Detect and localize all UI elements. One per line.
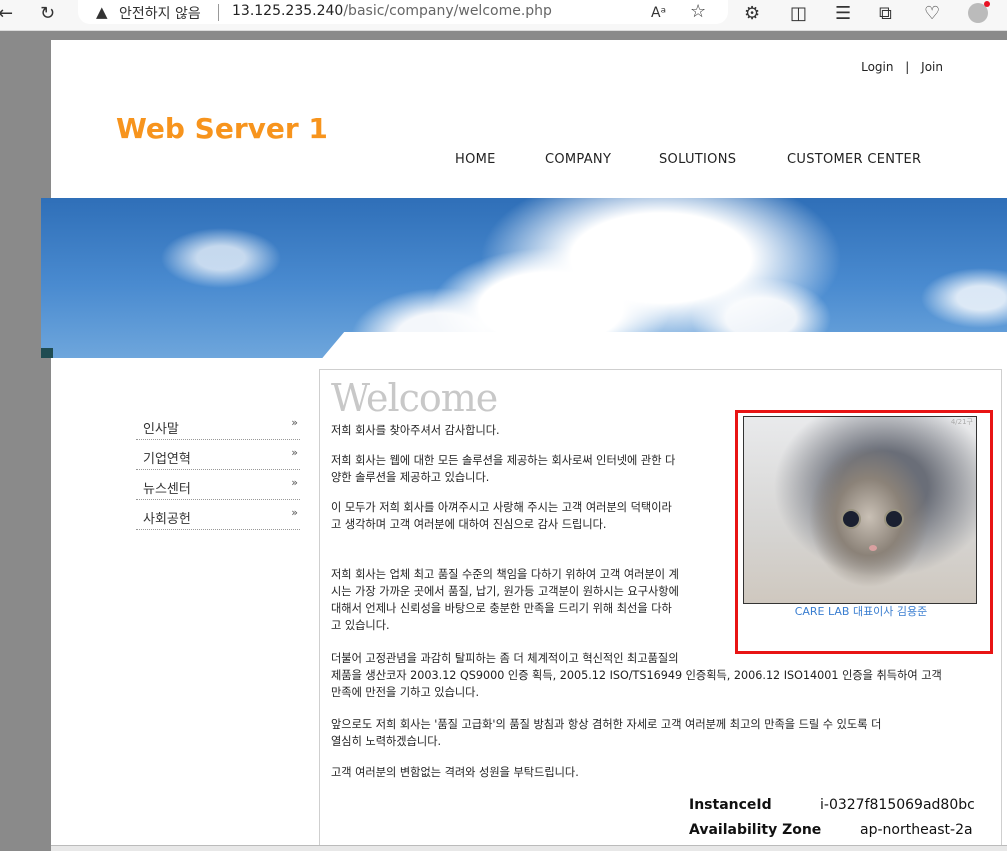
welcome-heading: Welcome bbox=[331, 376, 498, 420]
p6-line-1: 앞으로도 저희 회사는 '품질 고급화'의 품질 방침과 항상 겸허한 자세로 … bbox=[331, 718, 882, 731]
header-links: Login | Join bbox=[857, 60, 947, 74]
cat-eye-right bbox=[884, 509, 904, 529]
double-chevron-icon: » bbox=[291, 416, 298, 429]
login-link[interactable]: Login bbox=[861, 60, 893, 74]
warning-triangle-icon[interactable]: ▲ bbox=[96, 3, 108, 21]
address-bar[interactable]: ▲ 안전하지 않음 13.125.235.240/basic/company/w… bbox=[78, 0, 728, 24]
profile-avatar[interactable] bbox=[968, 1, 990, 23]
availability-zone-value: ap-northeast-2a bbox=[860, 822, 973, 838]
cat-nose bbox=[869, 545, 877, 551]
paragraph-6: 앞으로도 저희 회사는 '품질 고급화'의 품질 방침과 항상 겸허한 자세로 … bbox=[331, 716, 881, 750]
p6-line-2: 열심히 노력하겠습니다. bbox=[331, 735, 442, 748]
address-separator bbox=[218, 4, 219, 21]
side-item-history[interactable]: 기업연혁 » bbox=[136, 440, 300, 470]
site-title[interactable]: Web Server 1 bbox=[116, 112, 328, 145]
p5-line-3: 만족에 만전을 기하고 있습니다. bbox=[331, 686, 480, 699]
banner-corner bbox=[41, 348, 53, 358]
photo-caption: CARE LAB 대표이사 김용준 bbox=[794, 605, 928, 618]
paragraph-7: 고객 여러분의 변함없는 격려와 성원을 부탁드립니다. bbox=[331, 764, 579, 781]
banner-cut bbox=[319, 332, 1007, 358]
sky-banner bbox=[41, 198, 1007, 358]
side-item-label: 기업연혁 bbox=[143, 452, 191, 467]
split-screen-icon[interactable]: ◫ bbox=[790, 3, 807, 25]
refresh-icon[interactable]: ↻ bbox=[40, 3, 55, 25]
p3-line-2: 고 생각하며 고객 여러분에 대하여 진심으로 감사 드립니다. bbox=[331, 518, 607, 531]
back-arrow-icon[interactable]: ← bbox=[0, 3, 13, 25]
double-chevron-icon: » bbox=[291, 506, 298, 519]
p4-line-1: 저희 회사는 업체 최고 품질 수준의 책임을 다하기 위하여 고객 여러분이 … bbox=[331, 568, 679, 581]
p2-line-2: 양한 솔루션을 제공하고 있습니다. bbox=[331, 471, 490, 484]
ceo-photo-frame: 4/21구 CARE LAB 대표이사 김용준 bbox=[735, 410, 993, 654]
url-text[interactable]: 13.125.235.240/basic/company/welcome.php bbox=[232, 3, 552, 19]
p4-line-3: 대해서 언제나 신뢰성을 바탕으로 충분한 만족을 드리기 위해 최선을 다하 bbox=[331, 602, 672, 615]
notification-dot bbox=[984, 1, 990, 7]
double-chevron-icon: » bbox=[291, 446, 298, 459]
paragraph-4: 저희 회사는 업체 최고 품질 수준의 책임을 다하기 위하여 고객 여러분이 … bbox=[331, 566, 679, 634]
side-item-social[interactable]: 사회공헌 » bbox=[136, 500, 300, 530]
favorites-list-icon[interactable]: ☰ bbox=[835, 3, 851, 25]
side-menu: 인사말 » 기업연혁 » 뉴스센터 » 사회공헌 » bbox=[136, 410, 300, 530]
photo-watermark: 4/21구 bbox=[950, 418, 973, 426]
extensions-icon[interactable]: ⚙ bbox=[744, 3, 760, 25]
browser-toolbar: ← ↻ ▲ 안전하지 않음 13.125.235.240/basic/compa… bbox=[0, 0, 1007, 31]
p4-line-2: 시는 가장 가까운 곳에서 품질, 납기, 원가등 고객분이 원하시는 요구사항… bbox=[331, 585, 679, 598]
double-chevron-icon: » bbox=[291, 476, 298, 489]
paragraph-5: 더불어 고정관념을 과감히 탈피하는 좀 더 체계적이고 혁신적인 최고품질의 … bbox=[331, 650, 942, 701]
nav-company[interactable]: COMPANY bbox=[545, 152, 611, 167]
p5-line-2: 제품을 생산코자 2003.12 QS9000 인증 획득, 2005.12 I… bbox=[331, 669, 942, 682]
side-item-news[interactable]: 뉴스센터 » bbox=[136, 470, 300, 500]
nav-customer-center[interactable]: CUSTOMER CENTER bbox=[787, 152, 921, 167]
side-item-label: 뉴스센터 bbox=[143, 482, 191, 497]
side-item-label: 인사말 bbox=[143, 422, 179, 437]
paragraph-3: 이 모두가 저희 회사를 아껴주시고 사랑해 주시는 고객 여러분의 덕택이라 … bbox=[331, 499, 672, 533]
join-link[interactable]: Join bbox=[921, 60, 943, 74]
p7-line: 고객 여러분의 변함없는 격려와 성원을 부탁드립니다. bbox=[331, 766, 579, 779]
side-item-label: 사회공헌 bbox=[143, 512, 191, 527]
url-host: 13.125.235.240 bbox=[232, 3, 344, 19]
content-panel: Welcome 저희 회사를 찾아주셔서 감사합니다. 저희 회사는 웹에 대한… bbox=[319, 369, 1002, 847]
favorite-star-icon[interactable]: ☆ bbox=[690, 1, 706, 23]
p1-line: 저희 회사를 찾아주셔서 감사합니다. bbox=[331, 424, 500, 437]
collections-icon[interactable]: ⧉ bbox=[879, 3, 892, 25]
nav-home[interactable]: HOME bbox=[455, 152, 496, 167]
header-link-separator: | bbox=[905, 60, 910, 74]
page-footer-edge bbox=[51, 845, 1007, 851]
p4-line-4: 고 있습니다. bbox=[331, 619, 390, 632]
availability-zone-label: Availability Zone bbox=[689, 822, 822, 838]
ceo-photo: 4/21구 bbox=[743, 416, 977, 604]
nav-solutions[interactable]: SOLUTIONS bbox=[659, 152, 736, 167]
p3-line-1: 이 모두가 저희 회사를 아껴주시고 사랑해 주시는 고객 여러분의 덕택이라 bbox=[331, 501, 672, 514]
paragraph-1: 저희 회사를 찾아주셔서 감사합니다. bbox=[331, 422, 500, 439]
read-aloud-icon[interactable]: Aᵃ bbox=[651, 2, 666, 24]
side-item-greeting[interactable]: 인사말 » bbox=[136, 410, 300, 440]
security-label[interactable]: 안전하지 않음 bbox=[119, 3, 201, 23]
url-path: /basic/company/welcome.php bbox=[343, 3, 552, 19]
instance-id-value: i-0327f815069ad80bc bbox=[820, 797, 975, 813]
cat-eye-left bbox=[841, 509, 861, 529]
p2-line-1: 저희 회사는 웹에 대한 모든 솔루션을 제공하는 회사로써 인터넷에 관한 다 bbox=[331, 454, 676, 467]
instance-id-label: InstanceId bbox=[689, 797, 772, 813]
paragraph-2: 저희 회사는 웹에 대한 모든 솔루션을 제공하는 회사로써 인터넷에 관한 다… bbox=[331, 452, 675, 486]
browser-essentials-icon[interactable]: ♡ bbox=[924, 3, 940, 25]
